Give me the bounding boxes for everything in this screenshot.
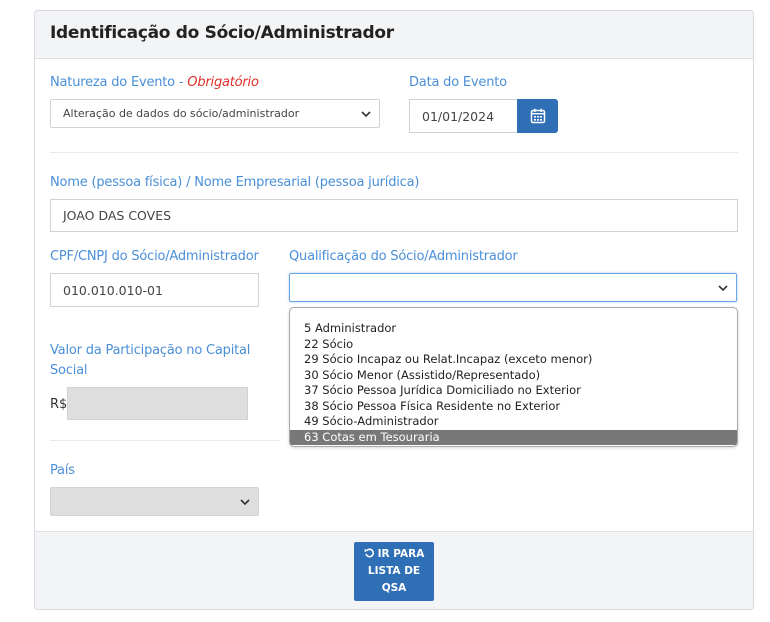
- required-indicator: Obrigatório: [187, 75, 259, 90]
- identificacao-panel: Identificação do Sócio/Administrador Nat…: [34, 10, 754, 610]
- dropdown-option[interactable]: 37 Sócio Pessoa Jurídica Domiciliado no …: [290, 383, 737, 399]
- valor-input[interactable]: [67, 387, 248, 420]
- dropdown-option[interactable]: 49 Sócio-Administrador: [290, 414, 737, 430]
- divider: [50, 152, 738, 153]
- dropdown-option[interactable]: 30 Sócio Menor (Assistido/Representado): [290, 368, 737, 384]
- natureza-select[interactable]: Alteração de dados do sócio/administrado…: [50, 99, 380, 128]
- ir-para-lista-qsa-button[interactable]: IR PARA LISTA DE QSA: [354, 542, 434, 601]
- dropdown-option[interactable]: 22 Sócio: [290, 337, 737, 353]
- natureza-label: Natureza do Evento - Obrigatório: [50, 75, 259, 90]
- chevron-down-icon: [361, 110, 371, 117]
- nome-input[interactable]: JOAO DAS COVES: [50, 199, 738, 232]
- cpf-input[interactable]: 010.010.010-01: [50, 273, 259, 307]
- button-line1: IR PARA: [364, 546, 424, 563]
- panel-title: Identificação do Sócio/Administrador: [50, 23, 394, 43]
- qualificacao-select[interactable]: [289, 273, 737, 302]
- data-evento-label: Data do Evento: [409, 75, 507, 90]
- undo-icon: [364, 548, 374, 558]
- data-evento-input[interactable]: 01/01/2024: [409, 99, 518, 133]
- chevron-down-icon: [240, 498, 250, 505]
- pais-label: País: [50, 463, 75, 478]
- valor-label-line1: Valor da Participação no Capital: [50, 343, 251, 358]
- calendar-button[interactable]: [517, 99, 558, 133]
- valor-label-line2: Social: [50, 363, 88, 378]
- panel-footer: IR PARA LISTA DE QSA: [35, 531, 753, 609]
- dropdown-option[interactable]: 5 Administrador: [290, 321, 737, 337]
- cpf-label: CPF/CNPJ do Sócio/Administrador: [50, 249, 259, 264]
- dropdown-option[interactable]: 38 Sócio Pessoa Física Residente no Exte…: [290, 399, 737, 415]
- natureza-select-value: Alteração de dados do sócio/administrado…: [63, 107, 300, 120]
- cpf-value: 010.010.010-01: [63, 282, 163, 298]
- nome-value: JOAO DAS COVES: [63, 208, 172, 223]
- qualificacao-dropdown-list[interactable]: 5 Administrador 22 Sócio 29 Sócio Incapa…: [289, 307, 738, 447]
- data-evento-value: 01/01/2024: [422, 108, 495, 124]
- panel-header: Identificação do Sócio/Administrador: [35, 11, 753, 59]
- calendar-icon: [530, 108, 545, 124]
- dropdown-option-highlighted[interactable]: 63 Cotas em Tesouraria: [290, 429, 737, 445]
- dropdown-option[interactable]: 29 Sócio Incapaz ou Relat.Incapaz (excet…: [290, 352, 737, 368]
- chevron-down-icon: [718, 284, 728, 291]
- pais-select[interactable]: [50, 487, 259, 516]
- button-line2: LISTA DE QSA: [367, 565, 421, 594]
- nome-label: Nome (pessoa física) / Nome Empresarial …: [50, 175, 420, 190]
- currency-prefix: R$: [50, 397, 68, 412]
- qualificacao-label: Qualificação do Sócio/Administrador: [289, 249, 518, 264]
- divider: [50, 440, 280, 441]
